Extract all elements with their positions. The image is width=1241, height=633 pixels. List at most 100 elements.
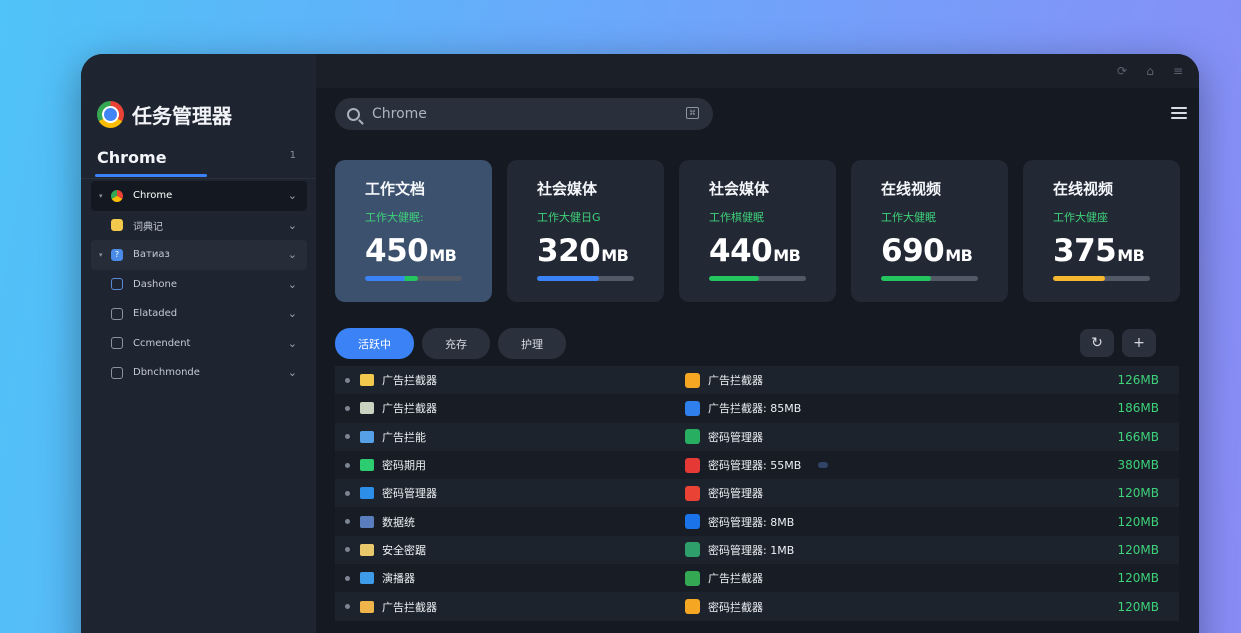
tab-active[interactable]: 活跃中	[335, 328, 414, 359]
summary-cards: 工作文档 工作大健眠: 450MB 社会媒体 工作大健日G 320MB 社会媒体…	[335, 160, 1180, 302]
card-value-unit: MB	[945, 246, 973, 265]
card-subtitle: 工作大健眠	[881, 211, 936, 224]
list-icon	[111, 307, 123, 320]
card-value: 320MB	[537, 233, 664, 269]
process-icon	[360, 515, 374, 528]
expand-caret-icon[interactable]: ▾	[99, 251, 111, 259]
sidebar-item[interactable]: Ccmendent ⌄	[91, 329, 307, 359]
sidebar-section-underline	[95, 174, 207, 177]
lock-icon[interactable]: ⌂	[1143, 64, 1157, 78]
card-progress-fill	[709, 276, 760, 281]
row-status-dot	[345, 377, 350, 383]
chevron-down-icon[interactable]: ⌄	[288, 189, 297, 202]
extension-icon	[685, 372, 700, 388]
refresh-icon: ↻	[1091, 335, 1103, 351]
sidebar-item-label: Ватиаз	[133, 249, 170, 261]
row-status-dot	[345, 462, 350, 468]
add-button[interactable]: +	[1122, 329, 1156, 357]
sidebar-item[interactable]: Elataded ⌄	[91, 299, 307, 329]
chevron-down-icon[interactable]: ⌄	[288, 307, 297, 320]
card-progress-fill	[537, 276, 600, 281]
table-row[interactable]: 密码期用 密码管理器: 55MB 380MB	[335, 450, 1179, 480]
process-name: 广告拦能	[382, 430, 426, 444]
sync-icon[interactable]: ⟳	[1115, 64, 1129, 78]
table-row[interactable]: 广告拦截器 密码拦截器 120MB	[335, 592, 1179, 621]
card-value-number: 690	[881, 233, 945, 269]
sidebar-item[interactable]: 词典记 ⌄	[91, 211, 307, 241]
hamburger-small-icon[interactable]: ≡	[1171, 64, 1185, 78]
table-row[interactable]: 广告拦能 密码管理器 166MB	[335, 422, 1179, 451]
card-title: 在线视频	[1053, 180, 1114, 198]
table-row[interactable]: 数据统 密码管理器: 8MB 120MB	[335, 507, 1179, 536]
card-value: 450MB	[365, 233, 492, 269]
card-progress-bar	[365, 276, 462, 281]
extension-name: 密码管理器	[708, 430, 763, 444]
sidebar-item[interactable]: Dashone ⌄	[91, 270, 307, 300]
card-title: 社会媒体	[709, 180, 770, 198]
chevron-down-icon[interactable]: ⌄	[288, 366, 297, 379]
process-icon	[360, 430, 374, 443]
tab-cache[interactable]: 充存	[422, 328, 490, 359]
extension-icon	[685, 457, 700, 473]
card-value-number: 440	[709, 233, 773, 269]
memory-card[interactable]: 在线视频 工作大健座 375MB	[1023, 160, 1180, 302]
card-value-unit: MB	[1117, 246, 1145, 265]
sidebar-item[interactable]: ▾ Chrome ⌄	[91, 181, 307, 211]
status-tag	[818, 462, 828, 469]
extension-name: 密码管理器	[708, 487, 763, 501]
tab-care[interactable]: 护理	[498, 328, 566, 359]
card-progress-fill	[365, 276, 419, 281]
card-subtitle: 工作大健日G	[537, 211, 601, 224]
sidebar-section-count: 1	[289, 150, 296, 161]
memory-card[interactable]: 社会媒体 工作棋健眠 440MB	[679, 160, 836, 302]
memory-card[interactable]: 社会媒体 工作大健日G 320MB	[507, 160, 664, 302]
chevron-down-icon[interactable]: ⌄	[288, 337, 297, 350]
card-value-unit: MB	[773, 246, 801, 265]
app-window: ⟳ ⌂ ≡ 任务管理器 Chrome 1 ▾ Chrome ⌄ 词典记 ⌄ ▾? Ватиа…	[81, 54, 1199, 633]
row-status-dot	[345, 519, 350, 525]
sidebar-item-label: Dbnchmonde	[133, 367, 200, 379]
chevron-down-icon[interactable]: ⌄	[288, 248, 297, 261]
card-value-number: 320	[537, 233, 601, 269]
search-bar[interactable]: ⌘	[335, 98, 713, 130]
memory-card[interactable]: 工作文档 工作大健眠: 450MB	[335, 160, 492, 302]
chevron-down-icon[interactable]: ⌄	[288, 219, 297, 232]
process-name: 广告拦截器	[382, 374, 437, 388]
memory-usage: 186MB	[1117, 401, 1160, 416]
card-value-number: 375	[1053, 233, 1117, 269]
table-row[interactable]: 广告拦截器 广告拦截器: 85MB 186MB	[335, 394, 1179, 423]
card-progress-bar	[537, 276, 634, 281]
card-subtitle: 工作大健座	[1053, 211, 1108, 224]
menu-icon[interactable]	[1171, 107, 1187, 119]
extension-icon	[685, 400, 700, 416]
sidebar-list: ▾ Chrome ⌄ 词典记 ⌄ ▾? Ватиаз ⌄ Dashone ⌄ Elataded ⌄ Cc…	[91, 181, 307, 388]
extension-name: 密码管理器: 1MB	[708, 543, 795, 557]
process-icon	[360, 459, 374, 472]
extension-name: 密码拦截器	[708, 600, 763, 614]
table-row[interactable]: 演播器 广告拦截器 120MB	[335, 564, 1179, 593]
image-icon	[111, 337, 123, 350]
process-name: 演播器	[382, 572, 415, 586]
expand-caret-icon[interactable]: ▾	[99, 192, 111, 200]
sidebar-item[interactable]: ▾? Ватиаз ⌄	[91, 240, 307, 270]
table-row[interactable]: 安全密踞 密码管理器: 1MB 120MB	[335, 535, 1179, 565]
table-row[interactable]: 广告拦截器 广告拦截器 126MB	[335, 366, 1179, 395]
process-name: 数据统	[382, 515, 415, 529]
search-icon	[347, 107, 360, 121]
extension-name: 广告拦截器: 85MB	[708, 402, 802, 416]
app-title: 任务管理器	[132, 104, 232, 128]
process-name: 密码管理器	[382, 487, 437, 501]
process-icon	[360, 374, 374, 387]
sidebar-item[interactable]: Dbnchmonde ⌄	[91, 358, 307, 388]
refresh-button[interactable]: ↻	[1080, 329, 1114, 357]
sidebar-item-label: Chrome	[133, 190, 173, 202]
card-subtitle: 工作棋健眠	[709, 211, 764, 224]
sidebar-item-label: Ccmendent	[133, 337, 191, 349]
table-row[interactable]: 密码管理器 密码管理器 120MB	[335, 479, 1179, 508]
brand: 任务管理器	[97, 100, 232, 129]
chevron-down-icon[interactable]: ⌄	[288, 278, 297, 291]
folder-icon	[111, 219, 123, 232]
row-status-dot	[345, 547, 350, 553]
search-input[interactable]	[372, 106, 672, 122]
memory-card[interactable]: 在线视频 工作大健眠 690MB	[851, 160, 1008, 302]
